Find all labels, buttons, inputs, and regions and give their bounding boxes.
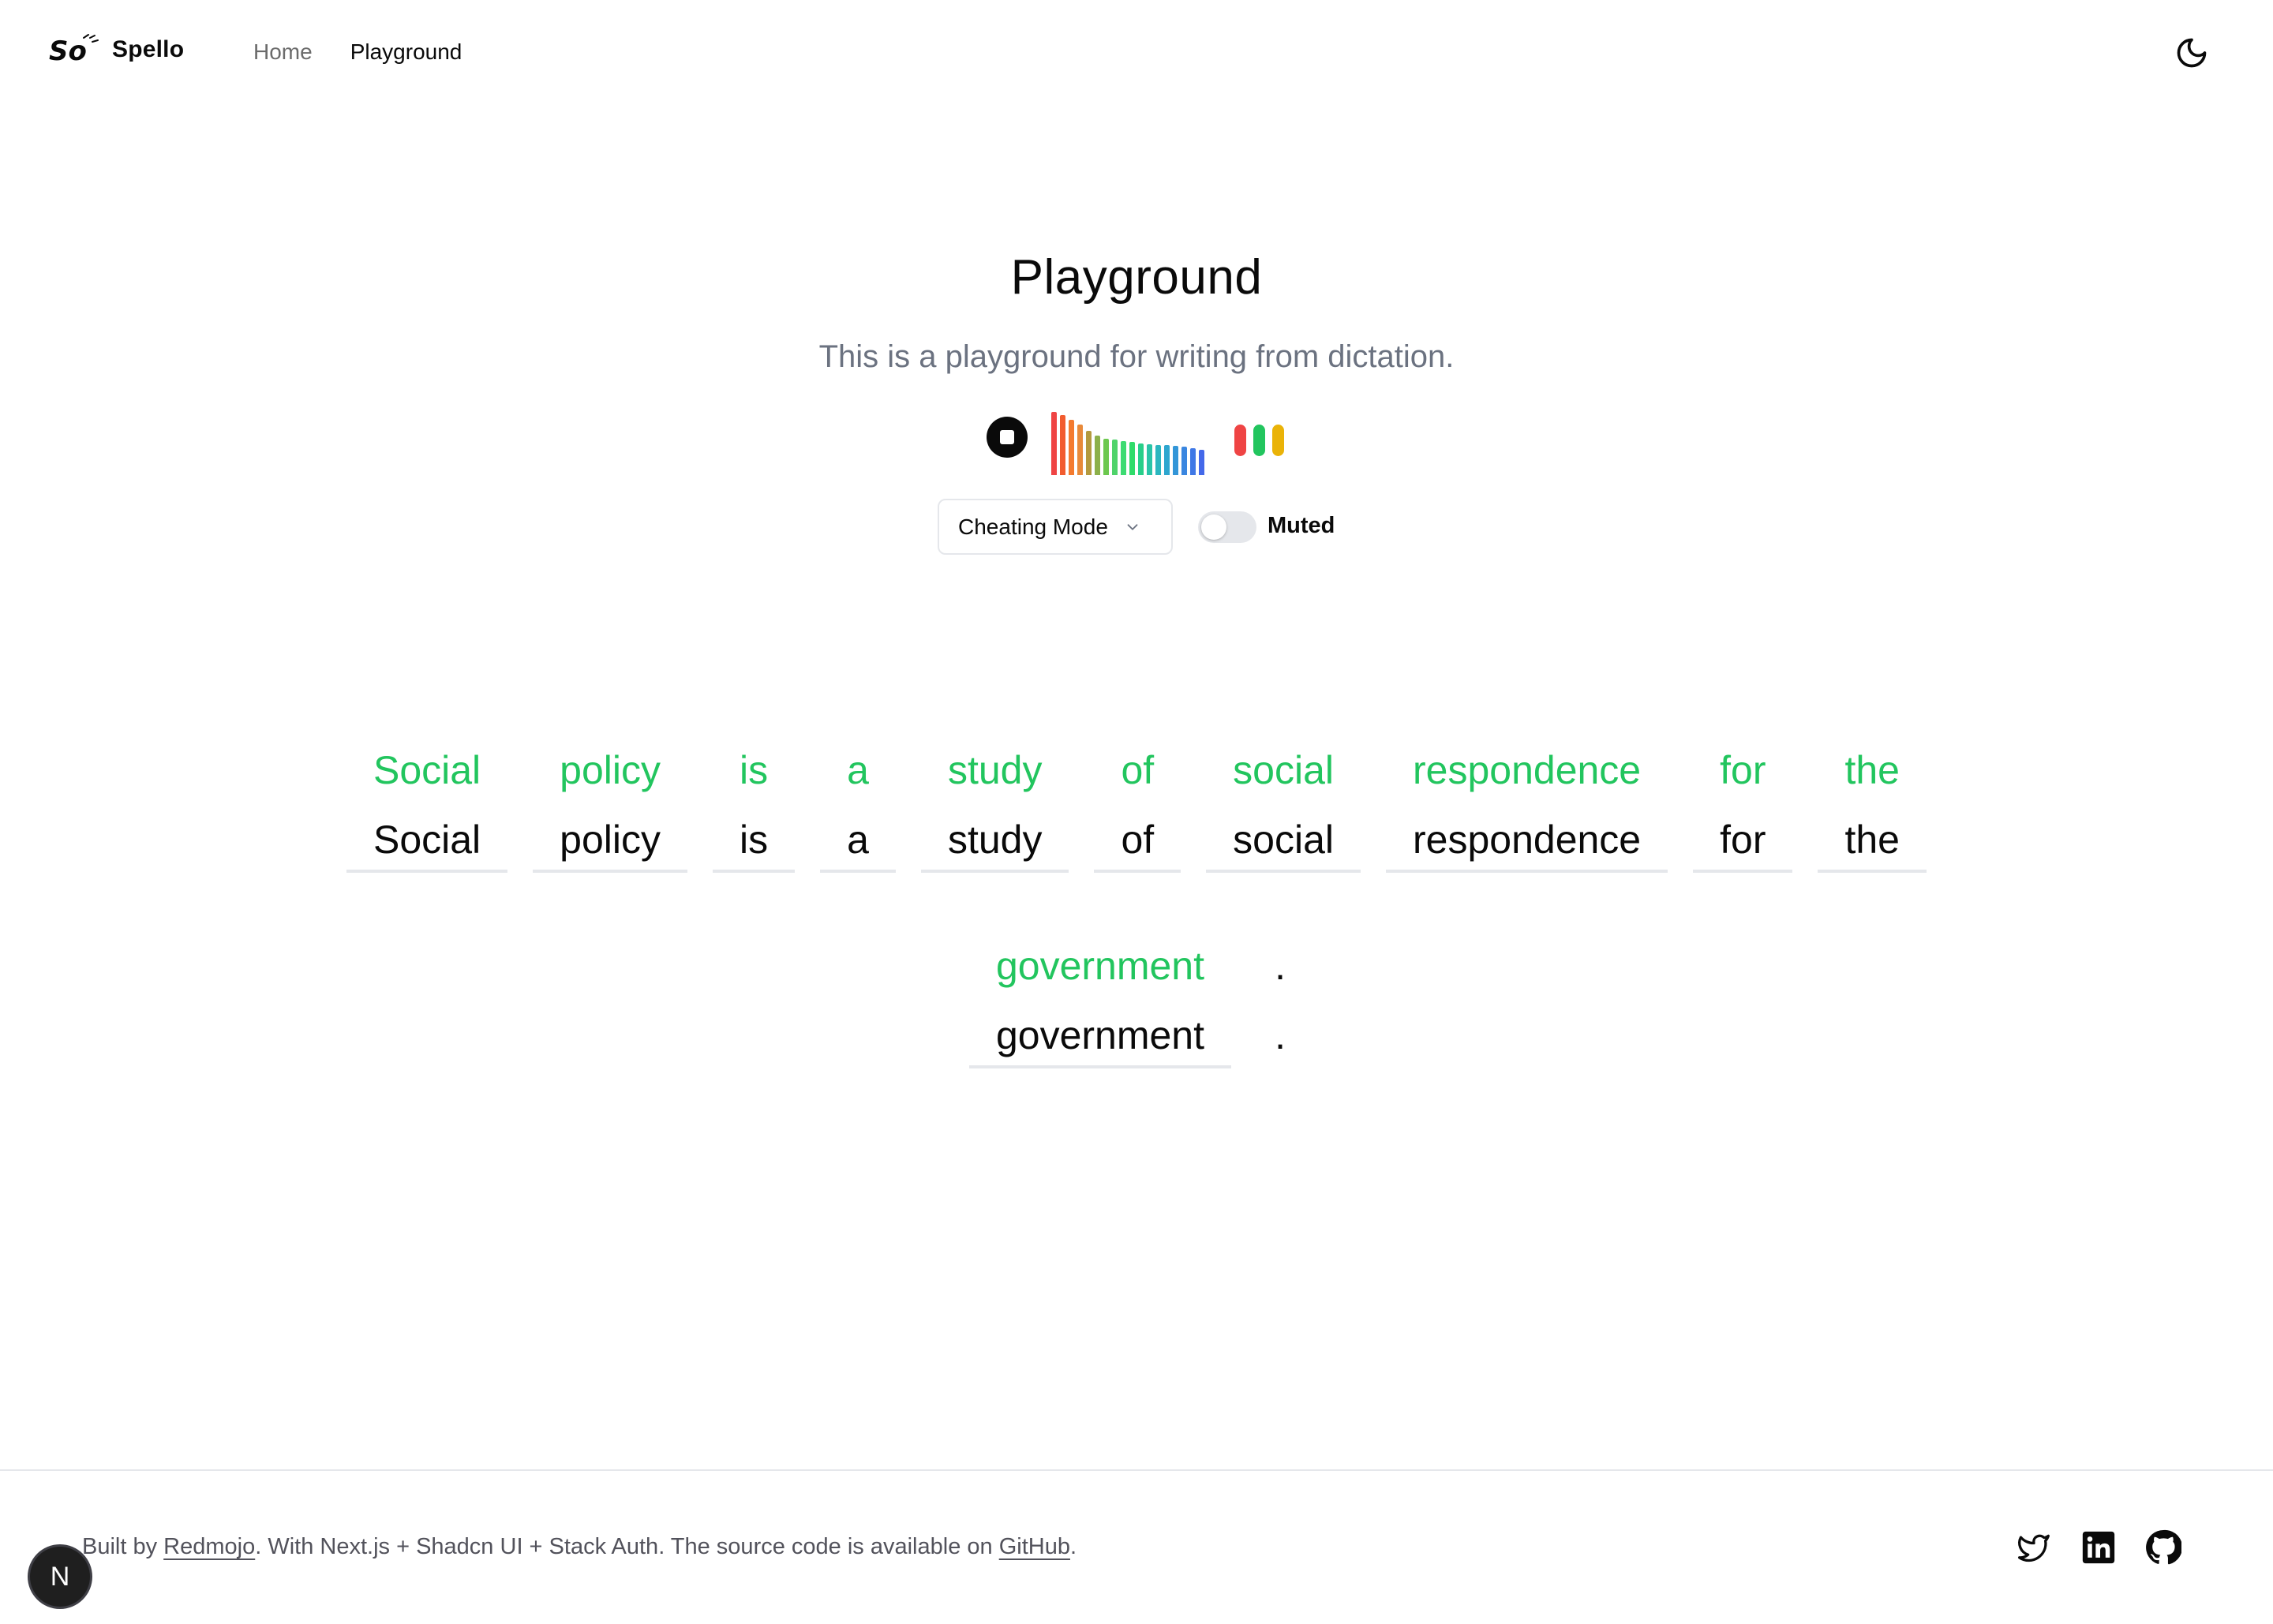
muted-label: Muted [1268, 513, 1335, 538]
waveform-bar [1077, 425, 1083, 475]
github-link[interactable] [2145, 1529, 2181, 1566]
nav-playground[interactable]: Playground [350, 39, 462, 65]
word-input[interactable]: is [713, 806, 796, 873]
footer-text-suffix: . [1069, 1534, 1077, 1559]
waveform-bar [1155, 445, 1161, 475]
stop-button[interactable] [987, 417, 1028, 458]
word-hint: for [1720, 748, 1766, 792]
waveform-bar [1199, 450, 1204, 475]
word-hint: is [740, 748, 769, 792]
muted-switch[interactable] [1198, 511, 1256, 543]
punctuation-mark: . [1275, 1013, 1286, 1057]
stop-icon [1000, 430, 1014, 444]
waveform-bar [1173, 446, 1178, 475]
word-slot: government government [968, 930, 1232, 1068]
word-hint: of [1121, 748, 1155, 792]
site-header: So Spello Home Playground [0, 0, 2273, 107]
word-input[interactable]: of [1094, 806, 1181, 873]
audio-player [987, 407, 1294, 478]
word-input[interactable]: Social [346, 806, 508, 873]
word-slot: study study [920, 734, 1069, 873]
waveform-bar [1112, 440, 1118, 475]
waveform-bar [1138, 443, 1144, 475]
controls-bar: Cheating Mode Muted [0, 499, 2273, 556]
word-slot: for for [1693, 734, 1793, 873]
linkedin-link[interactable] [2080, 1529, 2117, 1566]
mode-select[interactable]: Cheating Mode [938, 499, 1173, 555]
word-slot: of of [1094, 734, 1181, 873]
word-hint: a [847, 748, 869, 792]
page-title: Playground [1010, 250, 1263, 305]
twitter-icon [2018, 1534, 2050, 1562]
switch-knob [1201, 515, 1226, 540]
theme-toggle-button[interactable] [2172, 33, 2211, 73]
status-indicators [1234, 425, 1284, 456]
audio-waveform [1051, 412, 1217, 475]
word-row: Social Social policy policy is is a a study study… [0, 734, 2273, 873]
dictation-area: Social Social policy policy is is a a study study… [0, 734, 2273, 1125]
word-hint: study [947, 748, 1043, 792]
word-input[interactable]: study [920, 806, 1069, 873]
word-slot: is is [713, 734, 796, 873]
status-pill [1234, 425, 1246, 456]
nextjs-dev-badge[interactable]: N [30, 1547, 90, 1607]
chevron-down-icon [1127, 523, 1138, 530]
spello-logo-icon: So [49, 34, 99, 66]
waveform-bar [1147, 444, 1152, 475]
word-slot: Social Social [346, 734, 508, 873]
waveform-bar [1190, 448, 1196, 475]
word-slot: aa [820, 734, 896, 873]
footer-text-middle: . With Next.js + Shadcn UI + Stack Auth.… [255, 1534, 999, 1559]
status-pill [1272, 425, 1284, 456]
word-input[interactable]: respondence [1386, 806, 1668, 873]
word-input[interactable]: the [1818, 806, 1927, 873]
site-footer: Built by Redmojo. With Next.js + Shadcn … [0, 1469, 2273, 1624]
word-input[interactable]: for [1693, 806, 1793, 873]
word-slot: policy policy [533, 734, 688, 873]
word-input[interactable]: policy [533, 806, 688, 873]
word-hint: . [1275, 944, 1286, 988]
word-hint: government [995, 944, 1205, 988]
moon-icon [2177, 38, 2207, 68]
word-input[interactable]: government [968, 1002, 1232, 1068]
footer-text-prefix: Built by [82, 1534, 164, 1559]
footer-credits: Built by Redmojo. With Next.js + Shadcn … [82, 1534, 1077, 1560]
waveform-bar [1164, 445, 1170, 475]
word-slot: .. [1256, 930, 1304, 1068]
status-pill [1253, 425, 1265, 456]
social-links [2016, 1529, 2181, 1566]
page-subtitle: This is a playground for writing from di… [818, 339, 1455, 374]
word-input[interactable]: social [1206, 806, 1361, 873]
twitter-link[interactable] [2016, 1529, 2052, 1566]
word-hint: respondence [1413, 748, 1642, 792]
github-icon [2146, 1529, 2181, 1565]
waveform-bar [1129, 442, 1135, 475]
brand-name: Spello [112, 36, 185, 62]
word-slot: social social [1206, 734, 1361, 873]
github-repo-link[interactable]: GitHub [999, 1534, 1070, 1559]
word-slot: respondence respondence [1386, 734, 1668, 873]
linkedin-icon [2082, 1531, 2115, 1564]
word-hint: Social [373, 748, 481, 792]
waveform-bar [1051, 412, 1057, 475]
word-input[interactable]: a [820, 806, 896, 873]
word-slot: the the [1818, 734, 1927, 873]
waveform-bar [1069, 420, 1074, 475]
author-link[interactable]: Redmojo [163, 1534, 255, 1559]
waveform-bar [1086, 431, 1092, 475]
waveform-bar [1121, 441, 1126, 475]
word-hint: the [1844, 748, 1900, 792]
waveform-bar [1181, 447, 1187, 475]
main-nav: Home Playground [253, 39, 462, 65]
waveform-bar [1060, 415, 1065, 475]
mode-select-value: Cheating Mode [958, 514, 1108, 539]
waveform-bar [1103, 439, 1109, 475]
brand-link[interactable]: So Spello [49, 33, 184, 66]
waveform-bar [1095, 436, 1100, 475]
nav-home[interactable]: Home [253, 39, 313, 65]
svg-text:So: So [49, 36, 87, 66]
word-row: government government.. [0, 930, 2273, 1068]
word-hint: policy [560, 748, 661, 792]
word-hint: social [1233, 748, 1334, 792]
